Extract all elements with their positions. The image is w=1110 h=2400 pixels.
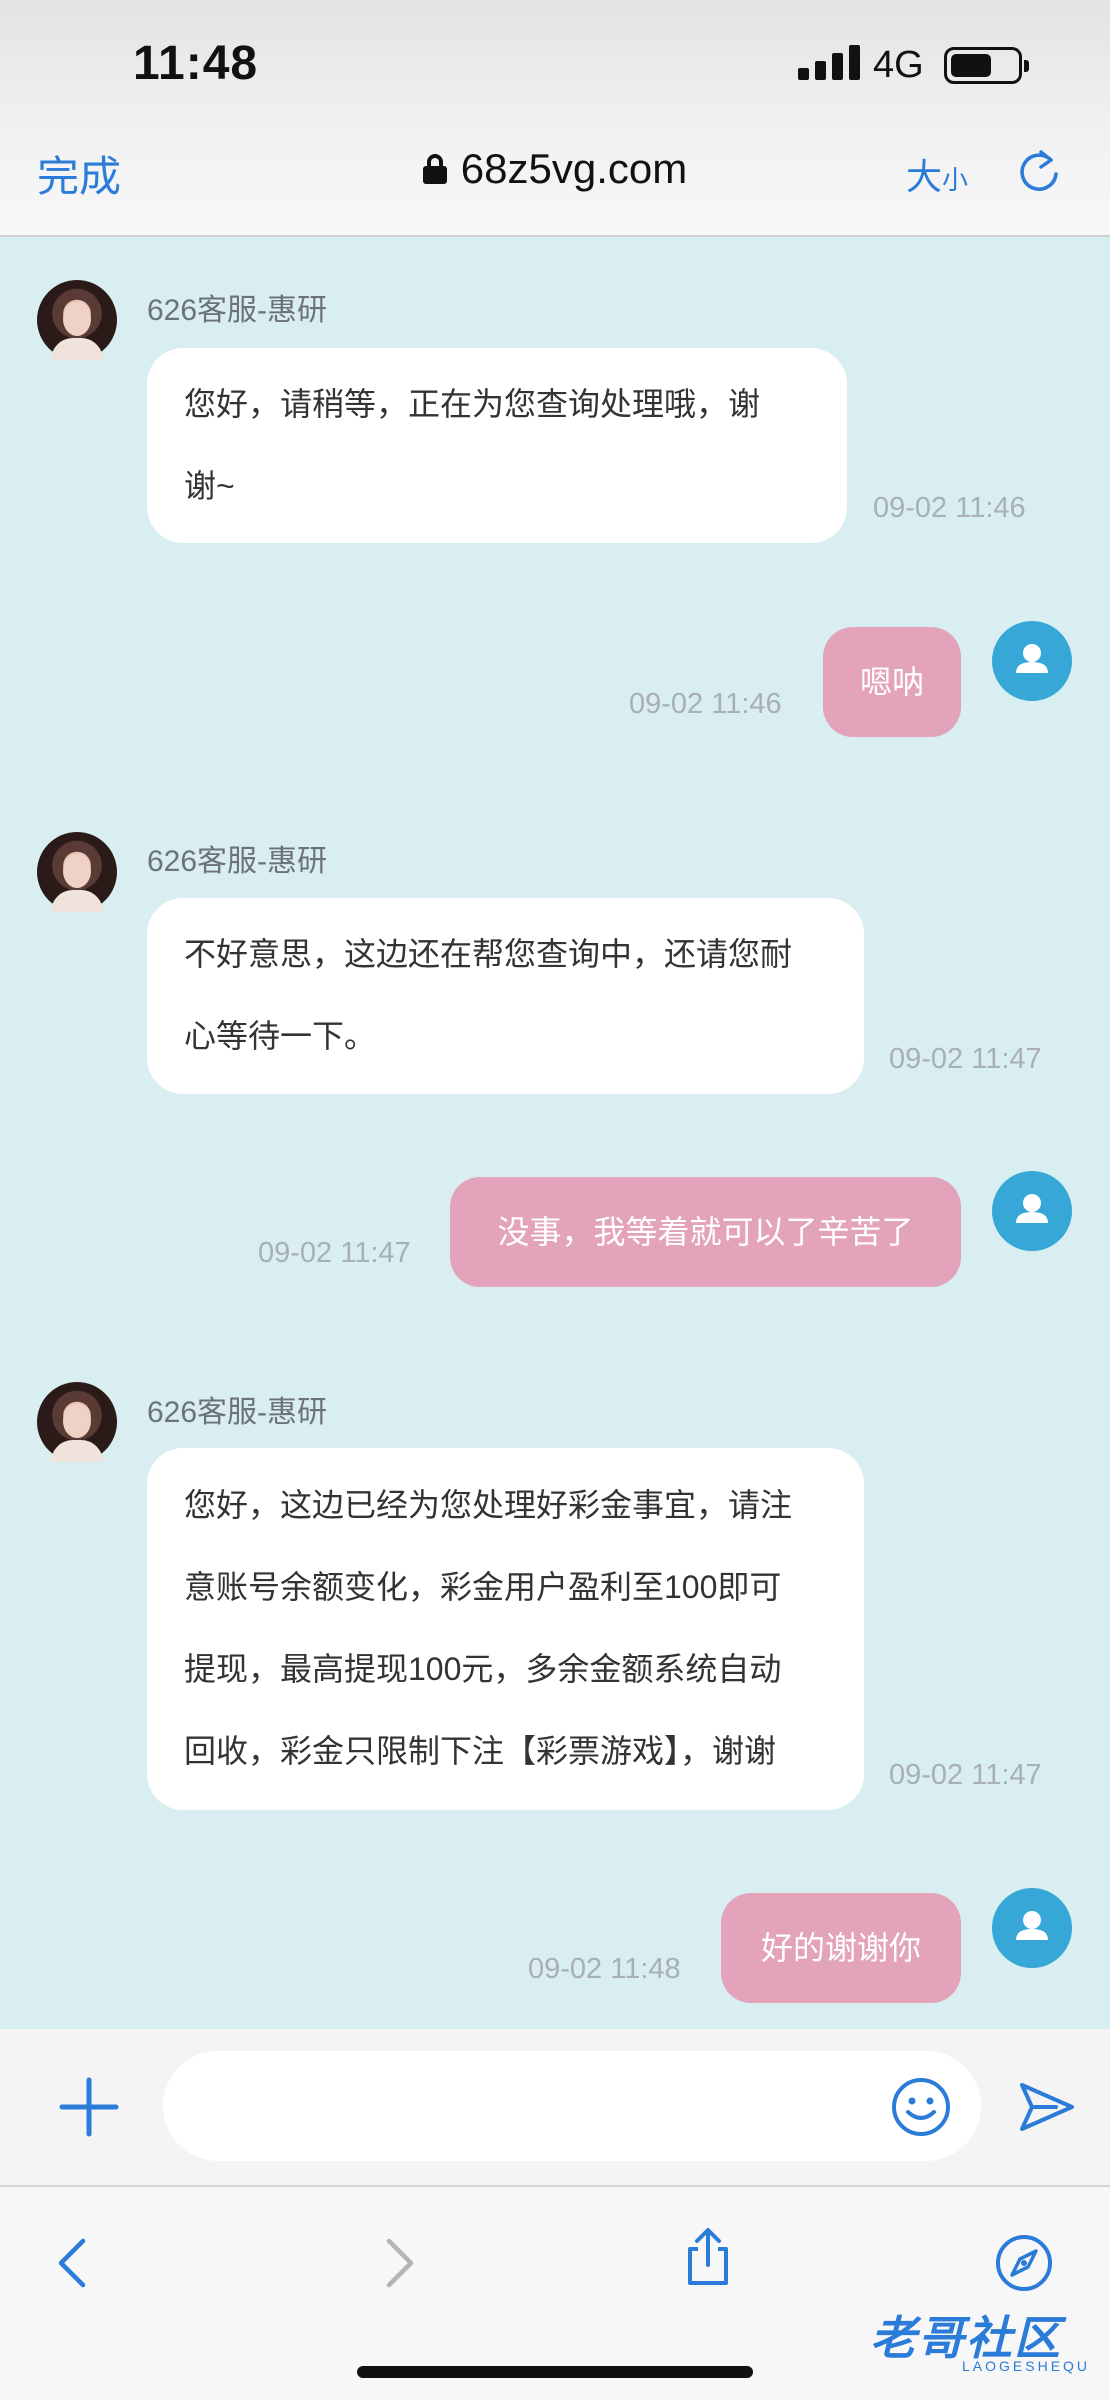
status-time: 11:48 (133, 37, 259, 90)
message-bubble-incoming: 您好，这边已经为您处理好彩金事宜，请注 意账号余额变化，彩金用户盈利至100即可… (147, 1448, 864, 1810)
battery-icon (944, 47, 1029, 84)
share-icon[interactable] (678, 2227, 738, 2287)
message-timestamp: 09-02 11:47 (258, 1237, 411, 1269)
browser-top-bar: 11:48 4G 完成 68z5vg.com 大小 (0, 0, 1110, 237)
message-timestamp: 09-02 11:48 (528, 1953, 681, 1985)
signal-icon (798, 44, 860, 80)
emoji-icon[interactable] (890, 2076, 952, 2138)
sender-name: 626客服-惠研 (147, 1396, 328, 1429)
text-size-small-label: 小 (942, 165, 969, 195)
message-bubble-outgoing: 嗯呐 (823, 627, 961, 737)
agent-avatar[interactable] (37, 280, 117, 360)
message-line: 不好意思，这边还在帮您查询中，还请您耐 (184, 936, 793, 972)
user-avatar-icon[interactable] (992, 621, 1072, 701)
sender-name: 626客服-惠研 (147, 845, 328, 878)
user-avatar-icon[interactable] (992, 1888, 1072, 1968)
message-line: 回收，彩金只限制下注【彩票游戏】，谢谢 (184, 1733, 777, 1769)
back-icon[interactable] (45, 2233, 105, 2293)
compass-icon[interactable] (994, 2233, 1054, 2293)
plus-icon[interactable] (58, 2076, 120, 2138)
message-line: 谢~ (184, 468, 235, 504)
message-timestamp: 09-02 11:47 (889, 1043, 1042, 1075)
agent-avatar[interactable] (37, 832, 117, 912)
sender-name: 626客服-惠研 (147, 294, 328, 327)
text-size-big-label: 大 (906, 156, 943, 197)
send-icon[interactable] (1016, 2077, 1076, 2137)
network-type: 4G (873, 44, 924, 86)
message-input-bar (0, 2029, 1110, 2185)
lock-icon (422, 154, 447, 184)
message-timestamp: 09-02 11:47 (889, 1759, 1042, 1791)
message-bubble-outgoing: 没事，我等着就可以了辛苦了 (450, 1177, 961, 1287)
message-line: 心等待一下。 (184, 1018, 377, 1054)
message-line: 您好，这边已经为您处理好彩金事宜，请注 (184, 1487, 793, 1523)
message-line: 意账号余额变化，彩金用户盈利至100即可 (184, 1569, 782, 1605)
agent-avatar[interactable] (37, 1382, 117, 1462)
message-bubble-incoming: 不好意思，这边还在帮您查询中，还请您耐 心等待一下。 (147, 898, 864, 1094)
reload-icon[interactable] (1015, 148, 1063, 196)
message-bubble-incoming: 您好，请稍等，正在为您查询处理哦，谢 谢~ (147, 348, 847, 543)
message-line: 提现，最高提现100元，多余金额系统自动 (184, 1651, 782, 1687)
message-input[interactable] (163, 2051, 981, 2161)
url-text: 68z5vg.com (460, 145, 688, 192)
message-timestamp: 09-02 11:46 (873, 492, 1026, 524)
chat-area[interactable]: 626客服-惠研 您好，请稍等，正在为您查询处理哦，谢 谢~ 09-02 11:… (0, 239, 1110, 2029)
text-size-button[interactable]: 大小 (906, 148, 968, 200)
message-timestamp: 09-02 11:46 (629, 688, 782, 720)
message-bubble-outgoing: 好的谢谢你 (721, 1893, 961, 2003)
watermark-subtext: LAOGESHEQU (962, 2358, 1091, 2374)
forward-icon[interactable] (367, 2233, 427, 2293)
user-avatar-icon[interactable] (992, 1171, 1072, 1251)
home-indicator (357, 2366, 753, 2378)
message-line: 您好，请稍等，正在为您查询处理哦，谢 (184, 386, 761, 422)
